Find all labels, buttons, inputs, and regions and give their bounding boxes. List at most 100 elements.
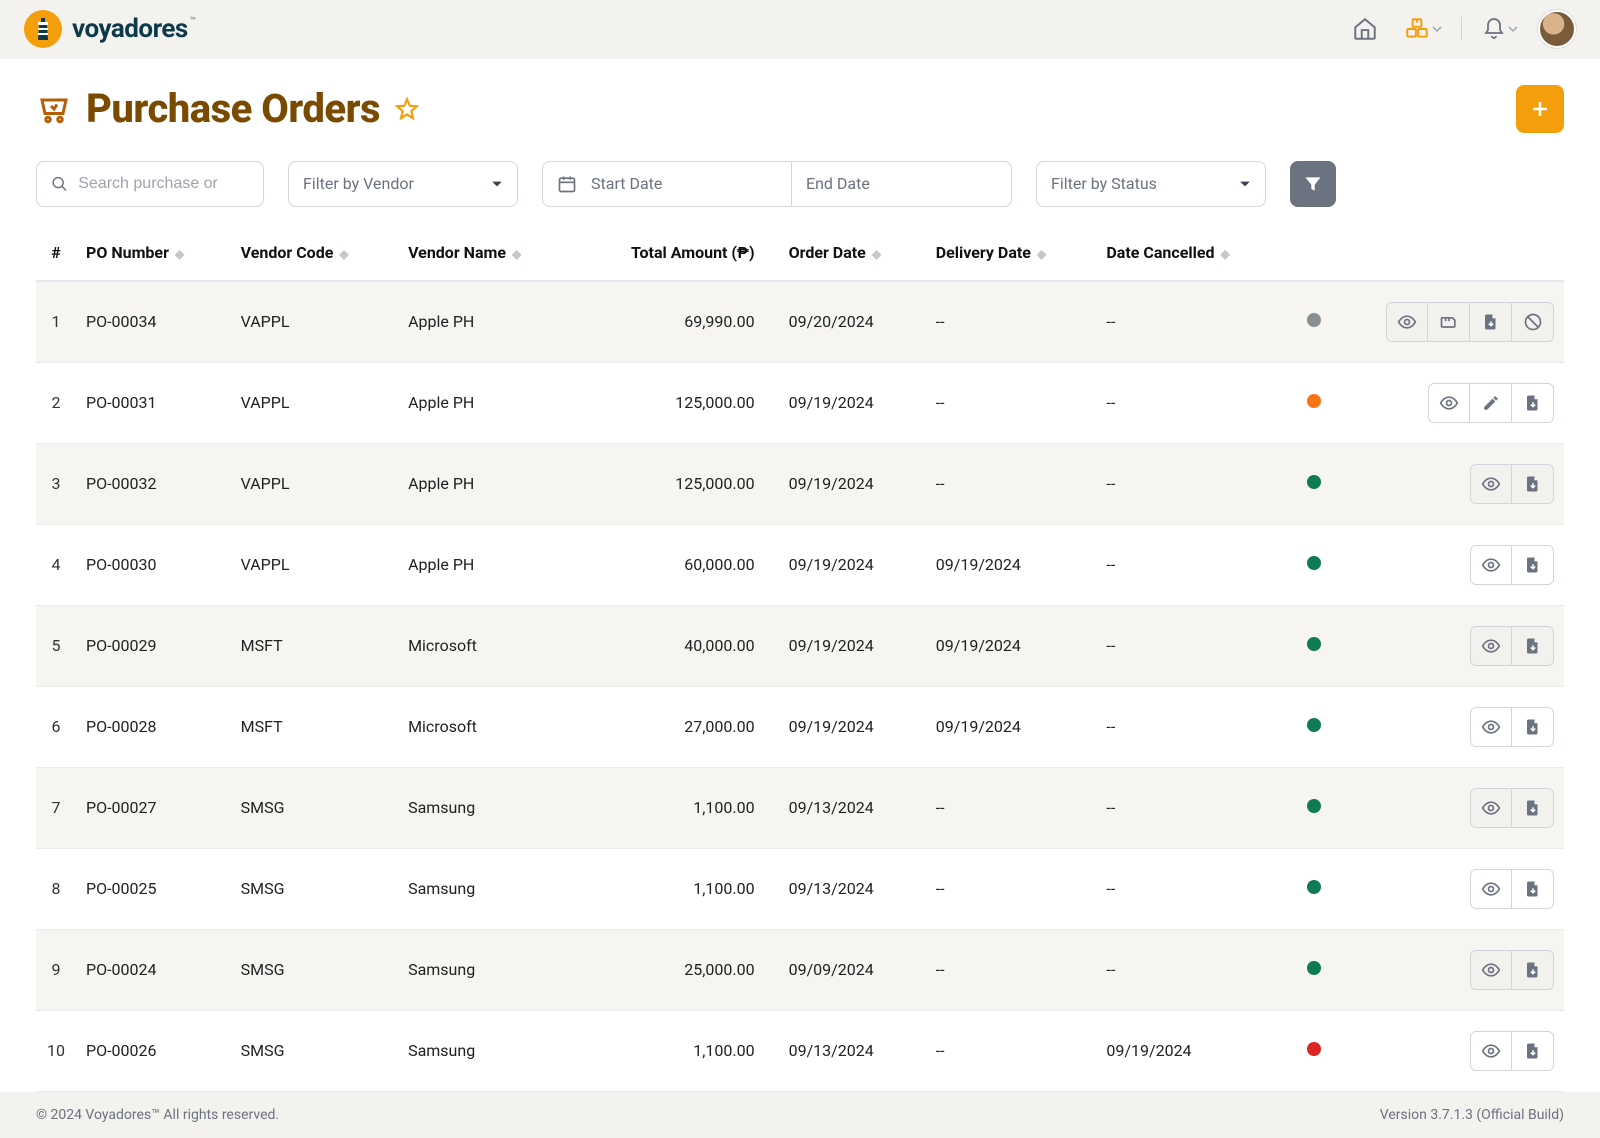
cell-delivery-date: --	[926, 281, 1097, 363]
col-vendor-name[interactable]: Vendor Name◆	[398, 225, 572, 281]
cell-total-amount: 25,000.00	[572, 929, 778, 1010]
cell-actions	[1344, 767, 1564, 848]
footer: © 2024 Voyadores™ All rights reserved. V…	[0, 1092, 1600, 1138]
cell-index: 2	[36, 362, 76, 443]
cell-vendor-code: VAPPL	[231, 524, 398, 605]
search-input[interactable]	[78, 175, 249, 193]
avatar[interactable]	[1538, 10, 1576, 48]
chevron-down-icon	[491, 178, 503, 190]
cell-total-amount: 125,000.00	[572, 362, 778, 443]
view-button[interactable]	[1470, 626, 1512, 666]
cell-vendor-code: MSFT	[231, 605, 398, 686]
export-file-button[interactable]	[1512, 626, 1554, 666]
view-button[interactable]	[1470, 950, 1512, 990]
action-group	[1386, 302, 1554, 342]
view-button[interactable]	[1386, 302, 1428, 342]
export-file-button[interactable]	[1512, 1031, 1554, 1071]
view-button[interactable]	[1470, 788, 1512, 828]
start-date-field[interactable]: Start Date	[542, 161, 792, 207]
col-po-number[interactable]: PO Number◆	[76, 225, 231, 281]
cell-date-cancelled: --	[1096, 281, 1284, 363]
col-index: #	[36, 225, 76, 281]
star-icon	[394, 96, 420, 122]
cell-total-amount: 40,000.00	[572, 605, 778, 686]
view-button[interactable]	[1470, 707, 1512, 747]
cell-po-number: PO-00034	[76, 281, 231, 363]
packages-button[interactable]	[1403, 9, 1443, 49]
search-field[interactable]	[36, 161, 264, 207]
export-file-button[interactable]	[1512, 869, 1554, 909]
apply-filter-button[interactable]	[1290, 161, 1336, 207]
pencil-icon	[1482, 394, 1500, 412]
cell-vendor-code: SMSG	[231, 848, 398, 929]
brand: voyadores™	[24, 10, 196, 48]
filter-bar: Filter by Vendor Start Date End Date Fil…	[0, 143, 1600, 217]
view-button[interactable]	[1470, 545, 1512, 585]
cancel-icon	[1523, 312, 1543, 332]
col-delivery-date[interactable]: Delivery Date◆	[926, 225, 1097, 281]
col-vendor-code[interactable]: Vendor Code◆	[231, 225, 398, 281]
cell-po-number: PO-00024	[76, 929, 231, 1010]
col-date-cancelled[interactable]: Date Cancelled◆	[1096, 225, 1284, 281]
end-date-label: End Date	[806, 174, 870, 193]
cell-vendor-name: Samsung	[398, 929, 572, 1010]
title-wrap: Purchase Orders	[36, 85, 420, 132]
action-group	[1428, 383, 1554, 423]
cell-status	[1284, 281, 1344, 363]
cell-order-date: 09/19/2024	[779, 605, 926, 686]
vendor-filter[interactable]: Filter by Vendor	[288, 161, 518, 207]
cell-date-cancelled: --	[1096, 686, 1284, 767]
status-dot	[1307, 556, 1321, 570]
export-file-button[interactable]	[1512, 950, 1554, 990]
cell-status	[1284, 443, 1344, 524]
view-button[interactable]	[1428, 383, 1470, 423]
home-button[interactable]	[1345, 9, 1385, 49]
export-file-button[interactable]	[1512, 383, 1554, 423]
cell-vendor-name: Microsoft	[398, 686, 572, 767]
view-button[interactable]	[1470, 464, 1512, 504]
vendor-filter-label: Filter by Vendor	[303, 174, 414, 193]
receive-button[interactable]	[1428, 302, 1470, 342]
cell-actions	[1344, 686, 1564, 767]
sort-icon: ◆	[512, 247, 521, 261]
cell-po-number: PO-00030	[76, 524, 231, 605]
export-file-button[interactable]	[1470, 302, 1512, 342]
add-button[interactable]	[1516, 85, 1564, 133]
edit-button[interactable]	[1470, 383, 1512, 423]
cell-po-number: PO-00027	[76, 767, 231, 848]
action-group	[1470, 1031, 1554, 1071]
table-row: 9PO-00024SMSGSamsung25,000.0009/09/2024-…	[36, 929, 1564, 1010]
cell-delivery-date: --	[926, 362, 1097, 443]
calendar-icon	[557, 174, 577, 194]
cell-po-number: PO-00032	[76, 443, 231, 524]
view-button[interactable]	[1470, 1031, 1512, 1071]
receive-icon	[1439, 312, 1459, 332]
export-file-button[interactable]	[1512, 707, 1554, 747]
cell-vendor-code: SMSG	[231, 929, 398, 1010]
brand-name: voyadores™	[72, 14, 196, 44]
cancel-button[interactable]	[1512, 302, 1554, 342]
favorite-button[interactable]	[394, 96, 420, 122]
export-file-button[interactable]	[1512, 788, 1554, 828]
file-icon	[1524, 879, 1542, 899]
end-date-field[interactable]: End Date	[792, 161, 1012, 207]
status-filter[interactable]: Filter by Status	[1036, 161, 1266, 207]
sort-icon: ◆	[872, 247, 881, 261]
action-group	[1470, 950, 1554, 990]
table-row: 1PO-00034VAPPLApple PH69,990.0009/20/202…	[36, 281, 1564, 363]
cell-date-cancelled: --	[1096, 929, 1284, 1010]
export-file-button[interactable]	[1512, 545, 1554, 585]
col-total-amount: Total Amount (₱)	[572, 225, 778, 281]
export-file-button[interactable]	[1512, 464, 1554, 504]
cell-vendor-code: VAPPL	[231, 281, 398, 363]
start-date-label: Start Date	[591, 174, 662, 193]
notifications-button[interactable]	[1480, 9, 1520, 49]
cell-vendor-code: SMSG	[231, 1010, 398, 1091]
file-icon	[1524, 960, 1542, 980]
view-button[interactable]	[1470, 869, 1512, 909]
cell-index: 4	[36, 524, 76, 605]
sort-icon: ◆	[1037, 247, 1046, 261]
table-header-row: # PO Number◆ Vendor Code◆ Vendor Name◆ T…	[36, 225, 1564, 281]
col-order-date[interactable]: Order Date◆	[779, 225, 926, 281]
cell-delivery-date: 09/19/2024	[926, 605, 1097, 686]
